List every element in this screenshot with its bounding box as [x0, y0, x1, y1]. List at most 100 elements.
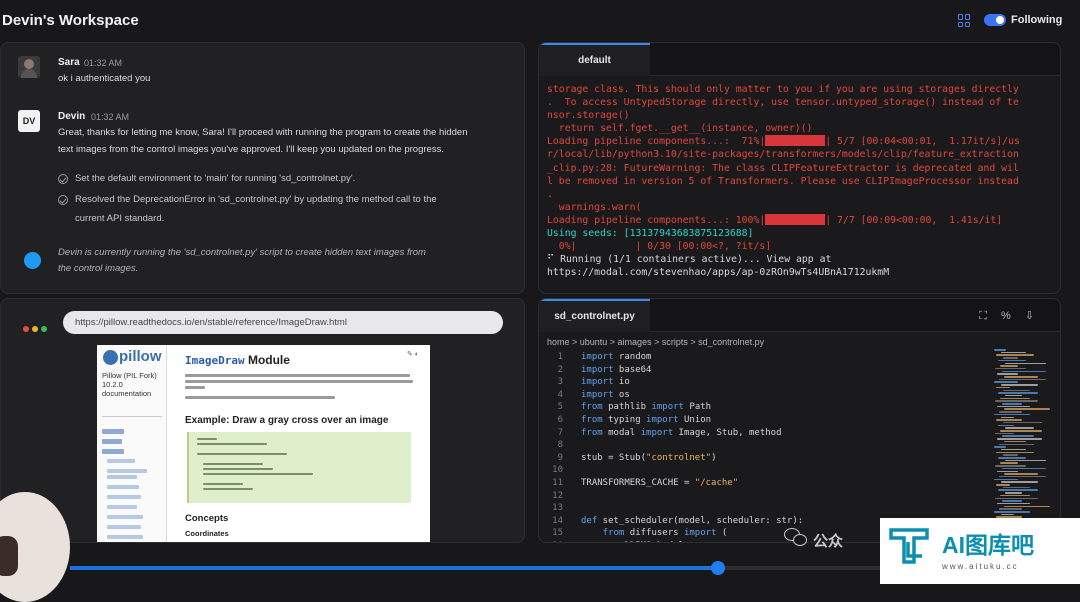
code-text: DDIMScheduler,: [581, 540, 700, 542]
code-text: import random: [581, 352, 652, 362]
pillow-logo-text: pillow: [119, 348, 162, 365]
brand-name: AI图库吧: [942, 532, 1034, 558]
minimap-line: [1001, 448, 1026, 451]
code-line[interactable]: 6 from typing import Union: [539, 414, 984, 427]
sidebar-link[interactable]: [107, 515, 143, 519]
minimap-line: [1000, 462, 1018, 464]
minimap-line: [997, 502, 1030, 505]
code-minimap[interactable]: [994, 349, 1056, 539]
minimap-line: [1000, 494, 1030, 497]
minimap-line: [1005, 362, 1046, 364]
video-progress-handle[interactable]: [710, 561, 725, 575]
minimap-line: [999, 508, 1022, 510]
message-time: 01:32 AM: [84, 58, 123, 68]
minimap-line: [1003, 454, 1018, 456]
doc-paragraph-line: [185, 386, 205, 389]
line-number: 4: [557, 389, 563, 400]
sidebar-link[interactable]: [107, 495, 141, 499]
minimap-line: [998, 457, 1026, 459]
following-toggle[interactable]: [984, 14, 1006, 26]
code-line[interactable]: 2 import base64: [539, 364, 984, 377]
sidebar-link[interactable]: [107, 535, 143, 539]
sidebar-link[interactable]: [102, 429, 124, 434]
code-line[interactable]: 11 TRANSFORMERS_CACHE = "/cache": [539, 477, 984, 490]
sidebar-link[interactable]: [107, 505, 137, 509]
minimap-line: [994, 381, 1018, 383]
doc-toolbar-icons[interactable]: ✎ ◐: [407, 350, 419, 358]
terminal-line: .: [547, 188, 553, 200]
code-line[interactable]: 5 from pathlib import Path: [539, 401, 984, 414]
code-text: import io: [581, 377, 630, 388]
minimap-line: [1001, 384, 1038, 386]
tab-sd-controlnet[interactable]: sd_controlnet.py: [539, 299, 650, 332]
step-text: current API standard.: [75, 213, 165, 224]
minimap-line: [1002, 500, 1022, 502]
minimap-line: [998, 424, 1014, 427]
address-bar[interactable]: https://pillow.readthedocs.io/en/stable/…: [63, 311, 503, 334]
expand-icon[interactable]: ⛶: [979, 310, 1001, 322]
maximize-dot-icon[interactable]: [41, 326, 47, 332]
brand-watermark: AI图库吧 www.aituku.cc: [880, 518, 1080, 584]
doc-search-input[interactable]: [102, 407, 162, 417]
code-line[interactable]: 3 import io: [539, 376, 984, 389]
close-dot-icon[interactable]: [23, 326, 29, 332]
terminal-line: https://modal.com/stevenhao/apps/ap-0zRO…: [547, 267, 890, 279]
minimap-line: [994, 478, 1018, 481]
code-text: def set_scheduler(model, scheduler: str)…: [581, 515, 804, 526]
line-number: 13: [552, 503, 563, 514]
grid-layout-icon[interactable]: [958, 14, 971, 27]
sidebar-link[interactable]: [102, 449, 124, 454]
sidebar-link[interactable]: [107, 485, 139, 489]
doc-subheading: Example: Draw a gray cross over an image: [185, 415, 389, 426]
diff-icon[interactable]: %: [1001, 310, 1025, 322]
code-line[interactable]: 10: [539, 464, 984, 477]
pillow-logo-icon: [103, 350, 118, 365]
brand-logo-icon: [889, 528, 929, 564]
code-line[interactable]: 12: [539, 490, 984, 503]
line-number: 9: [557, 452, 563, 463]
sidebar-link[interactable]: [102, 439, 122, 444]
code-editor[interactable]: 1 import random 2 import base64 3 import io 4 i…: [539, 351, 984, 542]
code-text: TRANSFORMERS_CACHE = "/cache": [581, 477, 739, 488]
sidebar-link[interactable]: [107, 475, 137, 479]
minimap-line: [999, 378, 1046, 381]
code-line[interactable]: 7 from modal import Image, Stub, method: [539, 427, 984, 440]
minimap-line: [999, 443, 1034, 445]
download-icon[interactable]: ⇩: [1025, 310, 1048, 322]
code-text: import os: [581, 389, 630, 400]
line-number: 14: [552, 515, 563, 526]
code-line[interactable]: 1 import random: [539, 351, 984, 364]
code-line[interactable]: 4 import os: [539, 389, 984, 402]
doc-content: ✎ ◐ ImageDraw Module Example: Draw a gra…: [175, 345, 425, 542]
avatar-devin: DV: [18, 110, 40, 132]
minimap-line: [1001, 513, 1014, 516]
minimize-dot-icon[interactable]: [32, 326, 38, 332]
doc-sidebar: pillow Pillow (PIL Fork) 10.2.0 document…: [97, 345, 167, 542]
status-line: the control images.: [58, 263, 139, 274]
minimap-line: [999, 475, 1046, 478]
sidebar-link[interactable]: [107, 525, 141, 529]
avatar-sara: [18, 56, 40, 78]
minimap-line: [1005, 459, 1046, 462]
terminal-line: Using seeds: [13137943683875123688]: [547, 228, 754, 240]
minimap-line: [1000, 397, 1030, 400]
line-number: 15: [552, 528, 563, 539]
minimap-line: [1000, 365, 1018, 367]
status-text: Devin is currently running the 'sd_contr…: [58, 245, 478, 277]
minimap-line: [997, 405, 1030, 408]
code-line[interactable]: 13: [539, 502, 984, 515]
line-number: 11: [552, 477, 563, 488]
minimap-line: [1000, 430, 1042, 432]
code-line[interactable]: 8: [539, 439, 984, 452]
tab-default[interactable]: default: [539, 43, 650, 76]
editor-toolbar[interactable]: ⛶%⇩: [979, 309, 1048, 323]
sidebar-link[interactable]: [107, 459, 135, 463]
terminal-line: storage class. This should only matter t…: [547, 84, 1019, 95]
brand-url: www.aituku.cc: [942, 562, 1019, 571]
sidebar-link[interactable]: [107, 469, 147, 473]
minimap-line: [1003, 357, 1018, 359]
minimap-line: [996, 354, 1034, 356]
breadcrumb: home > ubuntu > aimages > scripts > sd_c…: [547, 337, 765, 347]
code-line[interactable]: 9 stub = Stub("controlnet"): [539, 452, 984, 465]
terminal-line: nsor.storage(): [547, 110, 630, 122]
